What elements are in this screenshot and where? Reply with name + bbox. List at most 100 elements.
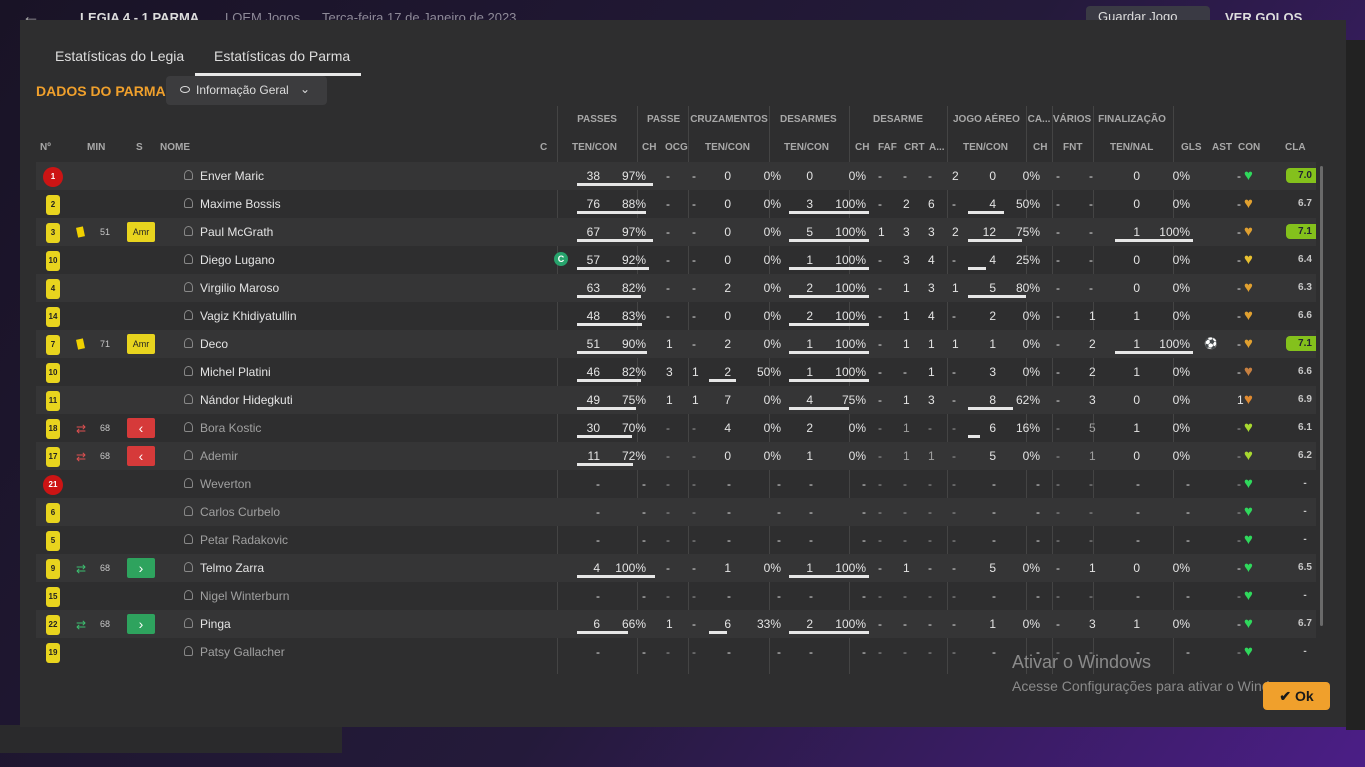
col-header-number[interactable]: Nº xyxy=(40,142,51,153)
table-row[interactable]: 7 71 Amr Deco 51 90% 1-2 0% 1 100% -1 1 1 1 0% -2 1 100% ⚽… xyxy=(36,330,1316,358)
tackles-pct: 100% xyxy=(835,561,866,575)
col-header-name[interactable]: NOME xyxy=(160,142,190,153)
passes-bar xyxy=(577,631,628,634)
table-row[interactable]: 1 Enver Maric 38 97% - -0 0% 0 0% - - -2 0 0% - -0 0% - ♥ 7… xyxy=(36,162,1316,190)
col-header-s[interactable]: S xyxy=(136,142,143,153)
tackles-attempts: 2 xyxy=(806,617,813,631)
table-row[interactable]: 15 Nigel Winterburn - - - - - - - - - - - - - - - - - - - ♥ - xyxy=(36,582,1316,610)
col-header-fnt[interactable]: FNT xyxy=(1063,142,1082,153)
tackle-a: - xyxy=(952,393,956,407)
col-header-con[interactable]: CON xyxy=(1238,142,1260,153)
table-row[interactable]: 3 51 Amr Paul McGrath 67 97% - - 0 0% 5 100% 1 3 3 2 12 7… xyxy=(36,218,1316,246)
table-row[interactable]: 18 ⇄ 68 ‹ Bora Kostic 30 70% - -4 0% 2 0% -1- -6 16% -5… xyxy=(36,414,1316,442)
col-header-cla[interactable]: CLA xyxy=(1285,142,1306,153)
tackles-attempts: 0 xyxy=(806,169,813,183)
crossing-pct: - xyxy=(777,477,781,491)
condition-heart-icon: ♥ xyxy=(1244,419,1253,436)
crossing-pct: - xyxy=(777,589,781,603)
passes-attempts: 57 xyxy=(586,253,600,267)
aerial-attempts: - xyxy=(992,533,996,547)
passe-ch: - xyxy=(666,561,670,575)
assists: - xyxy=(1237,449,1241,463)
col-header-c[interactable]: C xyxy=(540,142,547,153)
group-header-various: VÁRIOS xyxy=(1052,114,1092,125)
passe-ch: - xyxy=(666,477,670,491)
rating-badge: 6.2 xyxy=(1298,450,1312,461)
table-row[interactable]: 10 Michel Platini 46 82% 3 1 2 50% 1 100% - -1-3 0% -… xyxy=(36,358,1316,386)
crossing-attempts: 0 xyxy=(724,169,731,183)
finishing-pct: - xyxy=(1186,645,1190,659)
passe-ocg: - xyxy=(692,421,696,435)
table-row[interactable]: 17 ⇄ 68 ‹ Ademir 11 72% - -0 0% 1 0% -1 1-5 0% -1 0 0% - ♥ 6… xyxy=(36,442,1316,470)
col-header-ast[interactable]: AST xyxy=(1212,142,1232,153)
passe-ch: - xyxy=(666,197,670,211)
crossing-pct: 0% xyxy=(763,169,781,183)
finishing-attempts: 1 xyxy=(1133,365,1140,379)
tackle-faf: 1 xyxy=(903,393,910,407)
tab-parma-stats[interactable]: Estatísticas do Parma xyxy=(214,48,350,64)
col-header-ca-ch[interactable]: CH xyxy=(1033,142,1047,153)
tackle-a: - xyxy=(952,365,956,379)
finishing-pct: - xyxy=(1186,477,1190,491)
table-scrollbar[interactable] xyxy=(1320,166,1323,626)
player-name: Nigel Winterburn xyxy=(200,589,290,603)
col-header-aerial-ten-con[interactable]: TEN/CON xyxy=(963,142,1008,153)
tackle-a: - xyxy=(952,477,956,491)
aerial-pct: 0% xyxy=(1022,449,1040,463)
passe-ch: - xyxy=(666,225,670,239)
col-header-ocg[interactable]: OCG xyxy=(665,142,688,153)
col-header-crt[interactable]: CRT xyxy=(904,142,925,153)
tab-legia-stats[interactable]: Estatísticas do Legia xyxy=(55,48,184,64)
view-dropdown[interactable]: Informação Geral ⌄ xyxy=(166,76,327,105)
crossing-attempts: 2 xyxy=(724,281,731,295)
col-header-min[interactable]: MIN xyxy=(87,142,105,153)
passe-ocg: - xyxy=(692,197,696,211)
table-row[interactable]: 22 ⇄ 68 › Pinga 6 66% 1-6 33% 2 100% - - - -1 0% -3 1 0% - ♥… xyxy=(36,610,1316,638)
shirt-number: 11 xyxy=(46,391,60,411)
col-header-tackle-ch[interactable]: CH xyxy=(855,142,869,153)
table-row[interactable]: 5 Petar Radakovic - - - - - - - - - - - - - - - - - - - ♥ - xyxy=(36,526,1316,554)
table-row[interactable]: 6 Carlos Curbelo - - - - - - - - - - - - - - - - - - - ♥ - xyxy=(36,498,1316,526)
tackles-attempts: 1 xyxy=(806,337,813,351)
col-header-faf[interactable]: FAF xyxy=(878,142,897,153)
finishing-pct: 0% xyxy=(1172,169,1190,183)
player-icon xyxy=(184,198,193,208)
crossing-attempts: 2 xyxy=(724,337,731,351)
table-row[interactable]: 11 Nándor Hidegkuti 49 75% 1 1 7 0% 4 75% -1 3-8 62%… xyxy=(36,386,1316,414)
tackle-ch: 1 xyxy=(878,225,885,239)
tackle-crt: 6 xyxy=(928,197,935,211)
col-header-passes-ten-con[interactable]: TEN/CON xyxy=(572,142,617,153)
table-row[interactable]: 2 Maxime Bossis 76 88% - -0 0% 3 100% -2 6-4 50% - -0… xyxy=(36,190,1316,218)
tackle-ch: - xyxy=(878,253,882,267)
ok-button[interactable]: ✔ Ok xyxy=(1263,682,1330,710)
col-header-ch[interactable]: CH xyxy=(642,142,656,153)
col-header-a[interactable]: A... xyxy=(929,142,945,153)
condition-heart-icon: ♥ xyxy=(1244,223,1253,240)
rating-badge: 6.3 xyxy=(1298,282,1312,293)
tackle-crt: 4 xyxy=(928,309,935,323)
passes-pct: - xyxy=(642,505,646,519)
tackle-ch: - xyxy=(878,561,882,575)
tackle-a: - xyxy=(952,253,956,267)
passes-pct: 72% xyxy=(621,449,646,463)
finishing-pct: 0% xyxy=(1172,365,1190,379)
col-header-tackles-ten-con[interactable]: TEN/CON xyxy=(784,142,829,153)
crossing-pct: 0% xyxy=(763,561,781,575)
shirt-number: 1 xyxy=(43,167,63,187)
crossing-attempts: 4 xyxy=(724,421,731,435)
col-header-ten-nal[interactable]: TEN/NAL xyxy=(1110,142,1153,153)
table-row[interactable]: 14 Vagiz Khidiyatullin 48 83% - -0 0% 2 100% -1 4-… xyxy=(36,302,1316,330)
table-row[interactable]: 21 Weverton - - - - - - - - - - - - - - - - - - - ♥ - xyxy=(36,470,1316,498)
col-header-gls[interactable]: GLS xyxy=(1181,142,1202,153)
player-icon xyxy=(184,394,193,404)
table-row[interactable]: 9 ⇄ 68 › Telmo Zarra 4 100% - -1 0% 1 100% -1- -5 0% -1… xyxy=(36,554,1316,582)
tackles-bar xyxy=(789,407,849,410)
aerial-pct: - xyxy=(1036,533,1040,547)
aerial-attempts: 5 xyxy=(989,449,996,463)
aerial-attempts: 6 xyxy=(989,421,996,435)
tackle-faf: - xyxy=(903,645,907,659)
tackles-bar xyxy=(789,211,869,214)
col-header-cross-ten-con[interactable]: TEN/CON xyxy=(705,142,750,153)
table-row[interactable]: 10 Diego Lugano C 57 92% - -0 0% 1 100% -3 4-4 25% - -… xyxy=(36,246,1316,274)
table-row[interactable]: 4 Virgilio Maroso 63 82% - -2 0% 2 100% -1 3 1 5 80% -… xyxy=(36,274,1316,302)
